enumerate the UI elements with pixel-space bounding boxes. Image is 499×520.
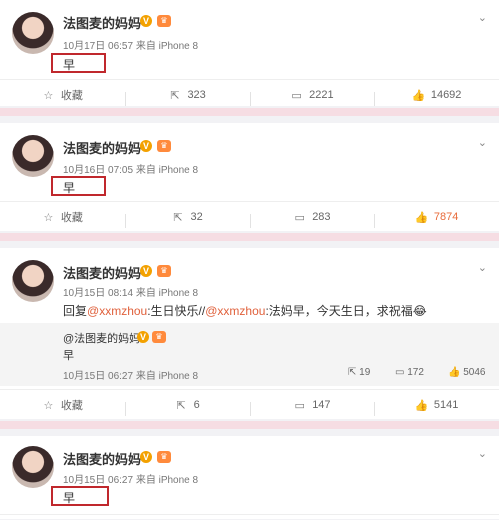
action-bar: ☆ 收藏 ⇱ 323 ▭ 2221 👍 14692	[0, 79, 499, 110]
quoted-text: 早	[63, 350, 74, 362]
highlight-box	[51, 486, 109, 506]
chevron-down-icon[interactable]: ⌄	[478, 11, 487, 24]
post-2: 法图麦的妈妈 V ♛ ⌄ 10月16日 07:05 来自 iPhone 8 早 …	[0, 123, 499, 231]
thumb-up-icon: 👍	[411, 89, 426, 102]
verified-badge-icon: V	[140, 15, 152, 27]
quoted-post[interactable]: @法图麦的妈妈 V ♛ 早 10月15日 06:27 来自 iPhone 8 ⇱…	[0, 323, 499, 386]
like-button[interactable]: 👍 7874	[374, 211, 499, 228]
avatar[interactable]	[12, 135, 54, 177]
divider	[0, 421, 499, 429]
like-button[interactable]: 👍 5141	[374, 399, 499, 416]
repost-button[interactable]: ⇱ 6	[124, 399, 250, 416]
fav-button[interactable]: ☆ 收藏	[0, 397, 125, 413]
thumb-up-icon: 👍	[414, 211, 429, 224]
author-name[interactable]: 法图麦的妈妈	[63, 13, 141, 32]
highlight-box	[51, 53, 106, 73]
post-1: 法图麦的妈妈 V ♛ ⌄ 10月17日 06:57 来自 iPhone 8 早 …	[0, 0, 499, 106]
post-meta: 10月15日 06:27 来自 iPhone 8	[63, 475, 199, 486]
chevron-down-icon[interactable]: ⌄	[478, 136, 487, 149]
comment-icon: ▭	[294, 211, 305, 224]
share-icon: ⇱	[173, 211, 183, 224]
quoted-meta: 10月15日 06:27 来自 iPhone 8	[63, 371, 199, 382]
avatar[interactable]	[12, 260, 54, 302]
share-icon: ⇱	[170, 89, 180, 102]
fav-button[interactable]: ☆ 收藏	[0, 209, 125, 225]
verified-badge-icon: V	[137, 331, 149, 343]
post-3: 法图麦的妈妈 V ♛ ⌄ 10月15日 08:14 来自 iPhone 8 回复…	[0, 248, 499, 419]
like-button[interactable]: 👍 14692	[374, 89, 499, 106]
post-meta: 10月15日 08:14 来自 iPhone 8	[63, 288, 199, 299]
verified-badge-icon: V	[140, 140, 152, 152]
action-bar: ☆ 收藏 ⇱ 6 ▭ 147 👍 5141	[0, 389, 499, 420]
crown-badge-icon: ♛	[152, 331, 166, 343]
quoted-comment[interactable]: ▭ 172	[395, 367, 424, 378]
divider	[0, 233, 499, 241]
chevron-down-icon[interactable]: ⌄	[478, 447, 487, 460]
share-icon: ⇱	[348, 367, 357, 378]
avatar[interactable]	[12, 12, 54, 54]
star-icon: ☆	[43, 211, 54, 224]
avatar[interactable]	[12, 446, 54, 488]
crown-badge-icon: ♛	[157, 140, 171, 152]
divider	[0, 108, 499, 116]
post-4: 法图麦的妈妈 V ♛ ⌄ 10月15日 06:27 来自 iPhone 8 早	[0, 436, 499, 519]
post-text: 早	[63, 491, 76, 505]
comment-button[interactable]: ▭ 283	[249, 211, 375, 228]
reply-text: 回复@xxmzhou:生日快乐//@xxmzhou:法妈早，今天生日，求祝福😂	[63, 304, 427, 318]
action-bar: ☆ 收藏 ⇱ 32 ▭ 283 👍 7874	[0, 201, 499, 232]
share-icon: ⇱	[176, 399, 186, 412]
post-meta: 10月17日 06:57 来自 iPhone 8	[63, 41, 199, 52]
crown-badge-icon: ♛	[157, 15, 171, 27]
author-name[interactable]: 法图麦的妈妈	[63, 449, 141, 468]
crown-badge-icon: ♛	[157, 451, 171, 463]
comment-icon: ▭	[395, 367, 405, 378]
author-name[interactable]: 法图麦的妈妈	[63, 138, 141, 157]
chevron-down-icon[interactable]: ⌄	[478, 261, 487, 274]
verified-badge-icon: V	[140, 451, 152, 463]
comment-icon: ▭	[294, 399, 305, 412]
mention-link[interactable]: @xxmzhou	[205, 304, 265, 318]
repost-button[interactable]: ⇱ 323	[124, 89, 250, 106]
quoted-repost[interactable]: ⇱ 19	[348, 367, 370, 378]
post-text: 早	[63, 58, 76, 72]
author-name[interactable]: 法图麦的妈妈	[63, 263, 141, 282]
thumb-up-icon: 👍	[414, 399, 429, 412]
quoted-like[interactable]: 👍 5046	[448, 367, 485, 378]
thumb-up-icon: 👍	[448, 367, 461, 378]
post-meta: 10月16日 07:05 来自 iPhone 8	[63, 165, 199, 176]
mention-link[interactable]: @xxmzhou	[87, 304, 147, 318]
star-icon: ☆	[43, 89, 54, 102]
post-text: 早	[63, 181, 76, 195]
comment-icon: ▭	[291, 89, 302, 102]
verified-badge-icon: V	[140, 265, 152, 277]
star-icon: ☆	[43, 399, 54, 412]
fav-button[interactable]: ☆ 收藏	[0, 87, 125, 103]
highlight-box	[51, 176, 106, 196]
quoted-author[interactable]: @法图麦的妈妈	[63, 330, 140, 346]
crown-badge-icon: ♛	[157, 265, 171, 277]
comment-button[interactable]: ▭ 2221	[249, 89, 375, 106]
action-bar	[0, 514, 499, 520]
repost-button[interactable]: ⇱ 32	[124, 211, 250, 228]
comment-button[interactable]: ▭ 147	[249, 399, 375, 416]
